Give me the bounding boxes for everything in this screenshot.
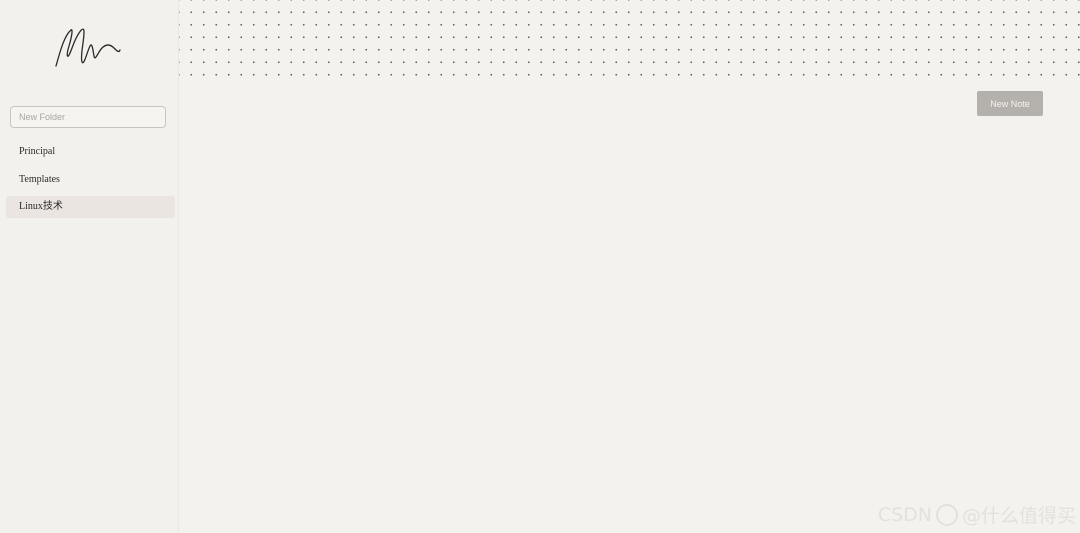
sidebar: Principal Templates Linux技术: [0, 0, 179, 533]
notes-app: Principal Templates Linux技术 New Note CSD…: [0, 0, 1080, 533]
dotted-header-pattern: [179, 0, 1080, 78]
folder-item-principal[interactable]: Principal: [6, 141, 175, 163]
new-folder-input[interactable]: [10, 106, 166, 128]
notes-panel: New Note: [179, 0, 1080, 533]
new-note-button[interactable]: New Note: [977, 91, 1043, 116]
folder-item-linux[interactable]: Linux技术: [6, 196, 175, 218]
signature-logo-icon: [55, 28, 121, 67]
folder-list: Principal Templates Linux技术: [6, 141, 175, 224]
folder-item-templates[interactable]: Templates: [6, 169, 175, 191]
